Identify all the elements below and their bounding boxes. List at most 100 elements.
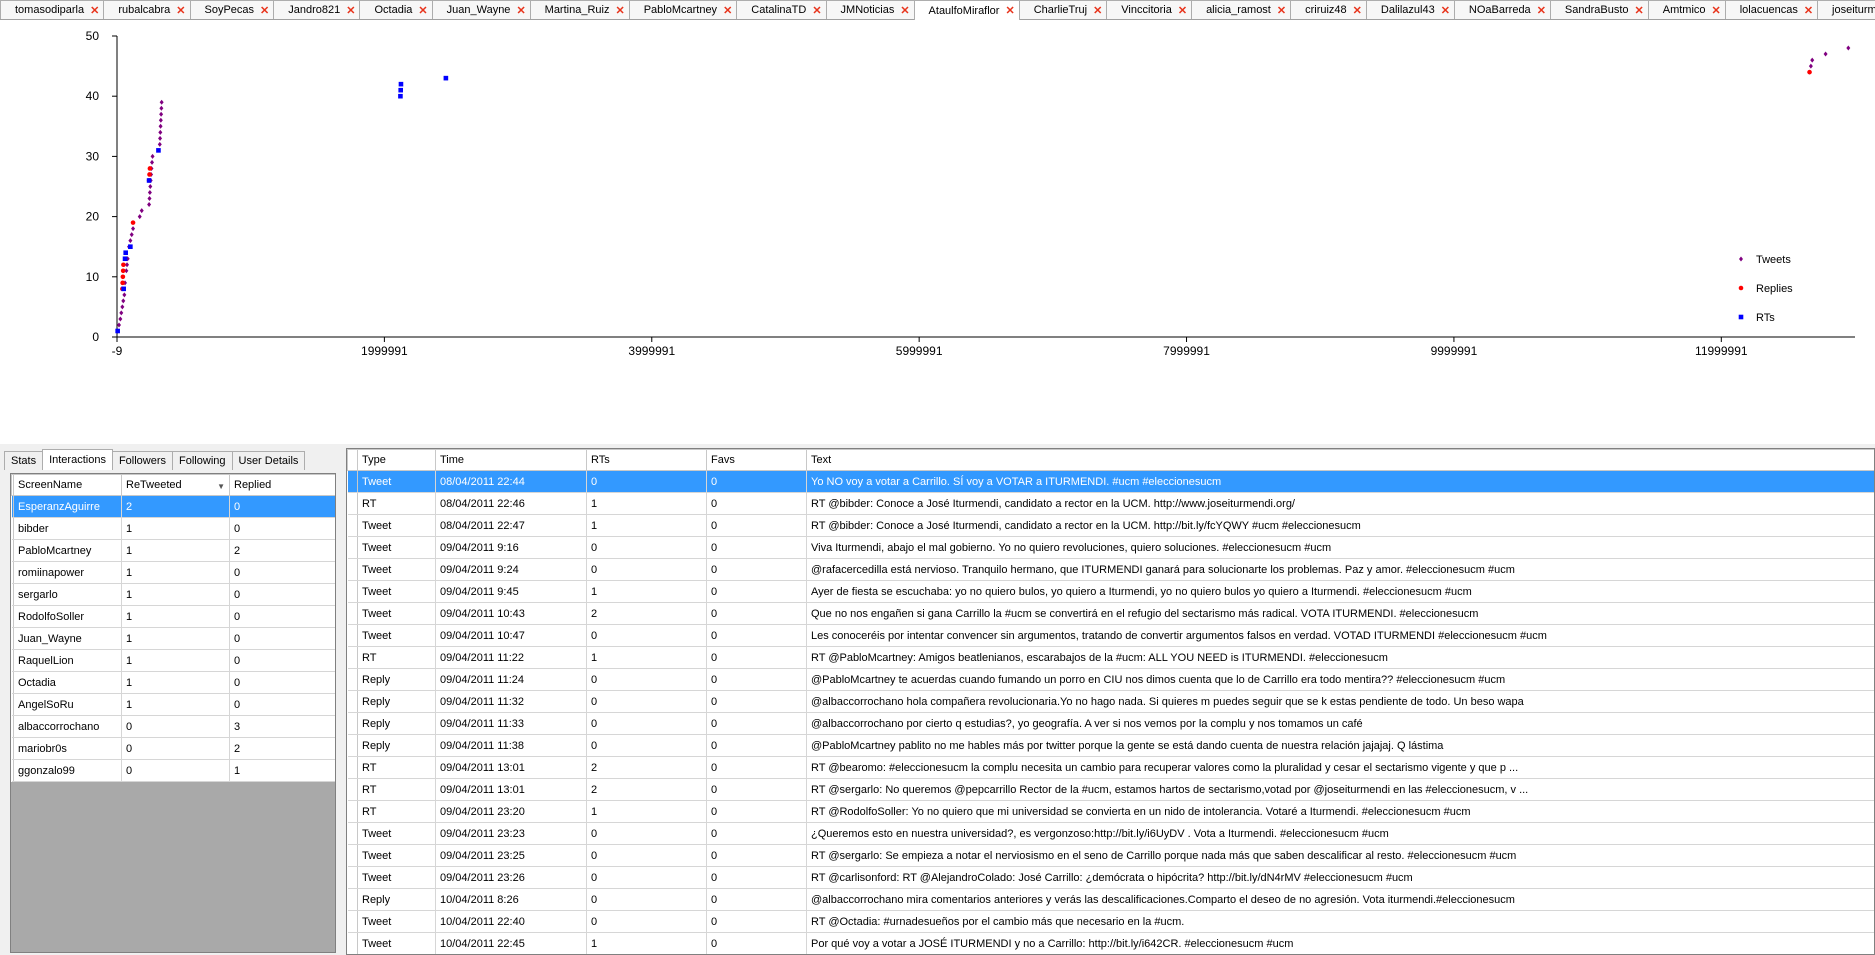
cell-text[interactable]: RT @sergarlo: Se empieza a notar el nerv… bbox=[806, 844, 1874, 867]
tab-dalilazul43[interactable]: Dalilazul43 ✕ bbox=[1365, 0, 1455, 19]
cell-type[interactable]: Tweet bbox=[357, 932, 436, 954]
table-row[interactable]: Tweet 09/04/2011 9:24 0 0 @rafacercedilla es… bbox=[347, 558, 1874, 581]
cell-favs[interactable]: 0 bbox=[706, 514, 807, 537]
table-row[interactable]: Reply 09/04/2011 11:32 0 0 @albaccorrochano … bbox=[347, 690, 1874, 713]
table-row[interactable]: Reply 09/04/2011 11:33 0 0 @albaccorrochano … bbox=[347, 712, 1874, 735]
cell-text[interactable]: Ayer de fiesta se escuchaba: yo no quier… bbox=[806, 580, 1874, 603]
table-row[interactable]: Tweet 09/04/2011 10:43 2 0 Que no nos engañe… bbox=[347, 602, 1874, 625]
table-row[interactable]: Tweet 09/04/2011 23:25 0 0 RT @sergarlo: Se … bbox=[347, 844, 1874, 867]
close-icon[interactable]: ✕ bbox=[1441, 4, 1450, 17]
table-row[interactable]: Tweet 10/04/2011 22:40 0 0 RT @Octadia: #urn… bbox=[347, 910, 1874, 933]
cell-retweeted[interactable]: 1 bbox=[121, 539, 230, 562]
cell-replied[interactable]: 0 bbox=[229, 627, 335, 650]
cell-rts[interactable]: 1 bbox=[586, 492, 707, 515]
column-header-time[interactable]: Time bbox=[435, 449, 587, 471]
cell-text[interactable]: @albaccorrochano mira comentarios anteri… bbox=[806, 888, 1874, 911]
table-row[interactable]: romiinapower 1 0 bbox=[11, 561, 335, 584]
tab-catalinatd[interactable]: CatalinaTD ✕ bbox=[736, 0, 827, 19]
close-icon[interactable]: ✕ bbox=[1093, 4, 1102, 17]
cell-time[interactable]: 09/04/2011 9:24 bbox=[435, 558, 587, 581]
table-row[interactable]: RT 09/04/2011 13:01 2 0 RT @bearomo: #elecci… bbox=[347, 756, 1874, 779]
cell-type[interactable]: RT bbox=[357, 800, 436, 823]
cell-type[interactable]: Tweet bbox=[357, 470, 436, 493]
table-row[interactable]: Juan_Wayne 1 0 bbox=[11, 627, 335, 650]
tab-sandrabusto[interactable]: SandraBusto ✕ bbox=[1549, 0, 1649, 19]
table-row[interactable]: Tweet 09/04/2011 9:45 1 0 Ayer de fiesta se … bbox=[347, 580, 1874, 603]
tab-following[interactable]: Following bbox=[172, 451, 233, 470]
cell-retweeted[interactable]: 0 bbox=[121, 737, 230, 760]
tab-noabarreda[interactable]: NOaBarreda ✕ bbox=[1453, 0, 1551, 19]
cell-time[interactable]: 10/04/2011 8:26 bbox=[435, 888, 587, 911]
cell-rts[interactable]: 0 bbox=[586, 910, 707, 933]
cell-replied[interactable]: 0 bbox=[229, 561, 335, 584]
close-icon[interactable]: ✕ bbox=[1005, 4, 1014, 17]
cell-text[interactable]: RT @bibder: Conoce a José Iturmendi, can… bbox=[806, 492, 1874, 515]
cell-text[interactable]: RT @sergarlo: No queremos @pepcarrillo R… bbox=[806, 778, 1874, 801]
cell-time[interactable]: 09/04/2011 11:32 bbox=[435, 690, 587, 713]
tab-followers[interactable]: Followers bbox=[111, 451, 174, 470]
cell-replied[interactable]: 2 bbox=[229, 737, 335, 760]
cell-favs[interactable]: 0 bbox=[706, 888, 807, 911]
cell-type[interactable]: Tweet bbox=[357, 536, 436, 559]
cell-favs[interactable]: 0 bbox=[706, 800, 807, 823]
table-row[interactable]: PabloMcartney 1 2 bbox=[11, 539, 335, 562]
cell-screenname[interactable]: PabloMcartney bbox=[13, 539, 122, 562]
table-row[interactable]: Tweet 09/04/2011 9:16 0 0 Viva Iturmendi, ab… bbox=[347, 536, 1874, 559]
cell-rts[interactable]: 0 bbox=[586, 690, 707, 713]
tab-charlietruj[interactable]: CharlieTruj ✕ bbox=[1018, 0, 1108, 19]
cell-favs[interactable]: 0 bbox=[706, 536, 807, 559]
cell-rts[interactable]: 2 bbox=[586, 756, 707, 779]
column-header-rts[interactable]: RTs bbox=[586, 449, 707, 471]
tab-martina-ruiz[interactable]: Martina_Ruiz ✕ bbox=[529, 0, 630, 19]
table-row[interactable]: Tweet 09/04/2011 23:26 0 0 RT @carlisonford:… bbox=[347, 866, 1874, 889]
cell-favs[interactable]: 0 bbox=[706, 778, 807, 801]
cell-type[interactable]: Tweet bbox=[357, 844, 436, 867]
table-row[interactable]: Tweet 08/04/2011 22:47 1 0 RT @bibder: Conoc… bbox=[347, 514, 1874, 537]
cell-retweeted[interactable]: 1 bbox=[121, 671, 230, 694]
cell-replied[interactable]: 2 bbox=[229, 539, 335, 562]
tab-user-details[interactable]: User Details bbox=[231, 451, 306, 470]
table-row[interactable]: Reply 09/04/2011 11:24 0 0 @PabloMcartney te… bbox=[347, 668, 1874, 691]
tab-criruiz48[interactable]: criruiz48 ✕ bbox=[1290, 0, 1367, 19]
cell-favs[interactable]: 0 bbox=[706, 492, 807, 515]
close-icon[interactable]: ✕ bbox=[1277, 4, 1286, 17]
cell-text[interactable]: ¿Queremos esto en nuestra universidad?, … bbox=[806, 822, 1874, 845]
cell-type[interactable]: Reply bbox=[357, 734, 436, 757]
tab-alicia-ramost[interactable]: alicia_ramost ✕ bbox=[1191, 0, 1292, 19]
table-row[interactable]: sergarlo 1 0 bbox=[11, 583, 335, 606]
cell-type[interactable]: Tweet bbox=[357, 580, 436, 603]
tab-lolacuencas[interactable]: lolacuencas ✕ bbox=[1724, 0, 1819, 19]
cell-rts[interactable]: 1 bbox=[586, 932, 707, 954]
cell-time[interactable]: 09/04/2011 13:01 bbox=[435, 756, 587, 779]
cell-screenname[interactable]: EsperanzAguirre bbox=[13, 495, 122, 518]
cell-text[interactable]: RT @Octadia: #urnadesueños por el cambio… bbox=[806, 910, 1874, 933]
cell-type[interactable]: Tweet bbox=[357, 514, 436, 537]
cell-type[interactable]: Reply bbox=[357, 668, 436, 691]
table-row[interactable]: bibder 1 0 bbox=[11, 517, 335, 540]
tab-stats[interactable]: Stats bbox=[4, 451, 44, 470]
cell-replied[interactable]: 1 bbox=[229, 759, 335, 782]
cell-favs[interactable]: 0 bbox=[706, 822, 807, 845]
cell-replied[interactable]: 0 bbox=[229, 649, 335, 672]
cell-screenname[interactable]: bibder bbox=[13, 517, 122, 540]
cell-text[interactable]: RT @bibder: Conoce a José Iturmendi, can… bbox=[806, 514, 1874, 537]
close-icon[interactable]: ✕ bbox=[260, 4, 269, 17]
close-icon[interactable]: ✕ bbox=[900, 4, 909, 17]
cell-favs[interactable]: 0 bbox=[706, 844, 807, 867]
cell-text[interactable]: @albaccorrochano por cierto q estudias?,… bbox=[806, 712, 1874, 735]
cell-time[interactable]: 08/04/2011 22:44 bbox=[435, 470, 587, 493]
cell-replied[interactable]: 0 bbox=[229, 583, 335, 606]
cell-rts[interactable]: 1 bbox=[586, 800, 707, 823]
table-row[interactable]: EsperanzAguirre 2 0 bbox=[11, 495, 335, 518]
close-icon[interactable]: ✕ bbox=[1635, 4, 1644, 17]
close-icon[interactable]: ✕ bbox=[1712, 4, 1721, 17]
cell-rts[interactable]: 1 bbox=[586, 580, 707, 603]
cell-rts[interactable]: 1 bbox=[586, 514, 707, 537]
cell-replied[interactable]: 0 bbox=[229, 495, 335, 518]
cell-time[interactable]: 09/04/2011 9:16 bbox=[435, 536, 587, 559]
close-icon[interactable]: ✕ bbox=[418, 4, 427, 17]
cell-text[interactable]: RT @bearomo: #eleccionesucm la complu ne… bbox=[806, 756, 1874, 779]
tab-pablomcartney[interactable]: PabloMcartney ✕ bbox=[628, 0, 738, 19]
cell-type[interactable]: Tweet bbox=[357, 866, 436, 889]
tab-soypecas[interactable]: SoyPecas ✕ bbox=[189, 0, 275, 19]
